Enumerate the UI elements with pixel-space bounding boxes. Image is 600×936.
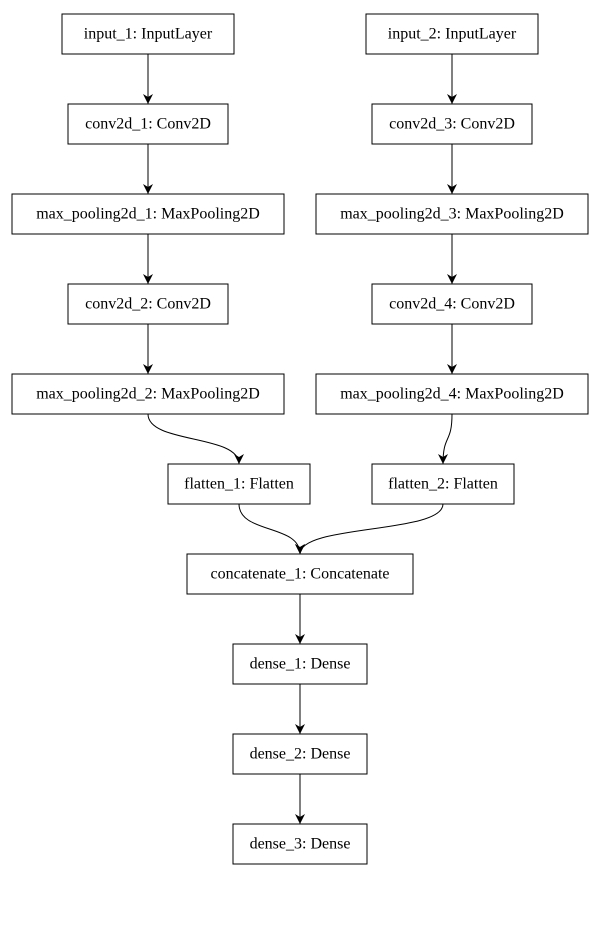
model-architecture-diagram: input_1: InputLayer conv2d_1: Conv2D max_p… [0,0,600,936]
edge-maxpool_2-to-flatten_1 [148,414,239,464]
layer-node-maxpool_2: max_pooling2d_2: MaxPooling2D [12,374,284,414]
edge-flatten_2-to-concat [300,504,443,554]
edge-flatten_1-to-concat [239,504,300,554]
nodes: input_1: InputLayer conv2d_1: Conv2D max_p… [12,14,588,864]
layer-label: dense_3: Dense [250,836,351,853]
layer-label: max_pooling2d_4: MaxPooling2D [340,386,564,403]
layer-label: max_pooling2d_2: MaxPooling2D [36,386,260,403]
layer-node-flatten_2: flatten_2: Flatten [372,464,514,504]
layer-node-concat: concatenate_1: Concatenate [187,554,413,594]
edges [148,54,452,824]
layer-label: max_pooling2d_1: MaxPooling2D [36,206,260,223]
layer-label: conv2d_4: Conv2D [389,296,515,313]
layer-node-maxpool_1: max_pooling2d_1: MaxPooling2D [12,194,284,234]
layer-node-conv2d_2: conv2d_2: Conv2D [68,284,228,324]
layer-node-maxpool_4: max_pooling2d_4: MaxPooling2D [316,374,588,414]
layer-node-maxpool_3: max_pooling2d_3: MaxPooling2D [316,194,588,234]
layer-label: input_1: InputLayer [84,26,213,43]
layer-node-conv2d_1: conv2d_1: Conv2D [68,104,228,144]
layer-label: dense_2: Dense [250,746,351,763]
layer-node-dense_3: dense_3: Dense [233,824,367,864]
layer-label: input_2: InputLayer [388,26,517,43]
edge-maxpool_4-to-flatten_2 [443,414,452,464]
layer-label: concatenate_1: Concatenate [210,566,389,583]
layer-label: conv2d_3: Conv2D [389,116,515,133]
layer-label: conv2d_1: Conv2D [85,116,211,133]
layer-node-input_1: input_1: InputLayer [62,14,234,54]
layer-node-conv2d_4: conv2d_4: Conv2D [372,284,532,324]
layer-node-dense_1: dense_1: Dense [233,644,367,684]
layer-label: max_pooling2d_3: MaxPooling2D [340,206,564,223]
layer-label: flatten_1: Flatten [184,476,294,493]
layer-node-flatten_1: flatten_1: Flatten [168,464,310,504]
layer-label: dense_1: Dense [250,656,351,673]
layer-label: conv2d_2: Conv2D [85,296,211,313]
layer-node-conv2d_3: conv2d_3: Conv2D [372,104,532,144]
layer-node-input_2: input_2: InputLayer [366,14,538,54]
layer-label: flatten_2: Flatten [388,476,498,493]
layer-node-dense_2: dense_2: Dense [233,734,367,774]
